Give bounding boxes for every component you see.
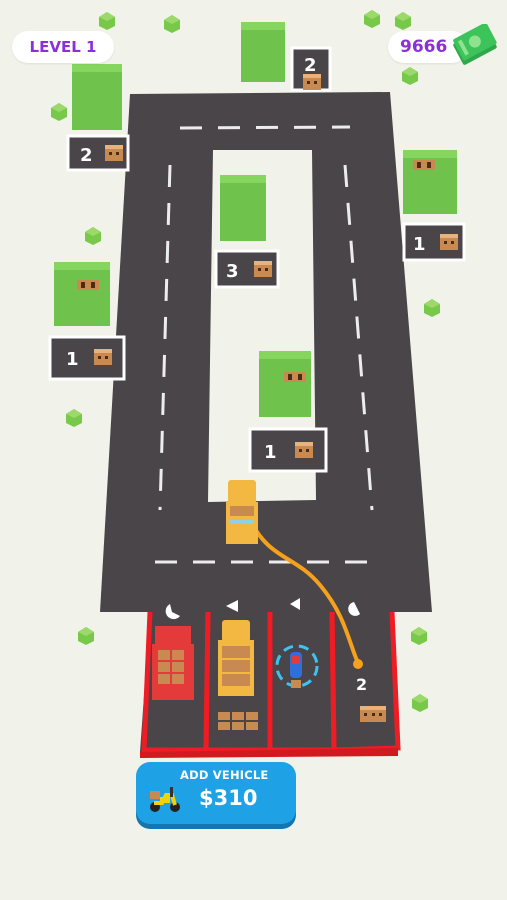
delivery-stop-left-lower[interactable]: 1: [48, 335, 126, 381]
stop-count-label: 1: [264, 442, 277, 463]
delivery-stop-inner-lower[interactable]: 1: [248, 427, 328, 473]
level-indicator: LEVEL 1: [12, 31, 114, 63]
stop-count-label: 3: [226, 261, 239, 282]
package-icon: [105, 145, 123, 161]
active-truck-vehicle[interactable]: [226, 480, 258, 544]
add-vehicle-label: ADD VEHICLE: [180, 768, 269, 782]
delivery-stop-center[interactable]: 3: [214, 249, 280, 289]
stop-count-label: 2: [80, 145, 93, 166]
package-icon: [94, 349, 112, 365]
stop-count-label: 1: [66, 349, 79, 370]
package-icon: [254, 261, 272, 277]
stop-count-label: 2: [304, 55, 317, 76]
package-icon: [295, 442, 313, 458]
bay-count-label: 2: [356, 675, 367, 694]
cash-icon: [453, 24, 497, 65]
stop-count-label: 1: [413, 234, 426, 255]
delivery-stop-left-upper[interactable]: 2: [66, 134, 130, 172]
route-endpoint[interactable]: [353, 659, 363, 669]
red-truck-vehicle[interactable]: [152, 626, 194, 700]
money-value: 9666: [400, 37, 448, 57]
delivery-stop-top[interactable]: 2: [290, 46, 332, 92]
package-icon: [303, 74, 321, 90]
delivery-stop-right[interactable]: 1: [402, 222, 466, 262]
level-label: LEVEL 1: [29, 38, 97, 56]
scooter-icon: [150, 787, 180, 812]
package-icon: [440, 234, 458, 250]
add-vehicle-button[interactable]: ADD VEHICLE $310: [136, 762, 296, 824]
add-vehicle-price: $310: [199, 786, 258, 810]
